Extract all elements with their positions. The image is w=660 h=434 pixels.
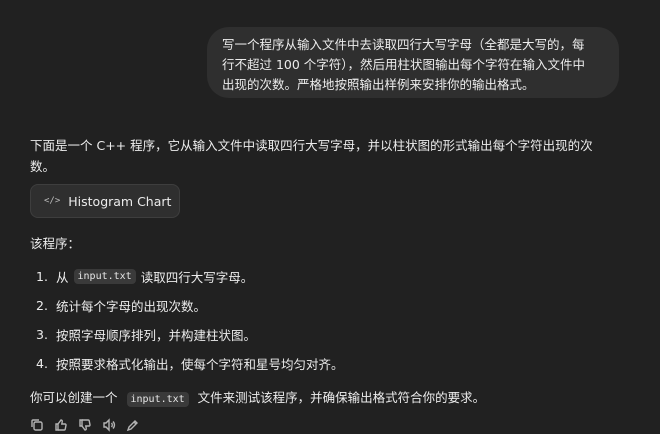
thumbs-down-icon[interactable] xyxy=(78,418,92,432)
program-label: 该程序： xyxy=(30,236,81,251)
intro-line: 下面是一个 C++ 程序，它从输入文件中读取四行大写字母，并以柱状图的形式输出每… xyxy=(30,138,593,153)
user-message: 写一个程序从输入文件中去读取四行大写字母（全都是大写的，每 行不超过 100 个… xyxy=(207,27,619,98)
step-number: 4. xyxy=(36,356,48,371)
steps-list: 1. 从 input.txt 读取四行大写字母。 2. 统计每个字母的出现次数。… xyxy=(30,262,620,378)
user-message-line: 出现的次数。严格地按照输出样例来安排你的输出格式。 xyxy=(222,77,535,92)
artifact-label: Histogram Chart xyxy=(68,193,172,209)
code-icon: </> xyxy=(44,196,61,206)
chat-page: 写一个程序从输入文件中去读取四行大写字母（全都是大写的，每 行不超过 100 个… xyxy=(0,0,660,434)
step-number: 2. xyxy=(36,298,48,313)
inline-code: input.txt xyxy=(126,392,189,407)
artifact-button[interactable]: </> Histogram Chart xyxy=(30,184,180,218)
list-item: 2. 统计每个字母的出现次数。 xyxy=(30,291,620,320)
step-text: 从 xyxy=(56,270,69,285)
inline-code: input.txt xyxy=(73,269,136,284)
step-number: 1. xyxy=(36,269,48,284)
step-number: 3. xyxy=(36,327,48,342)
copy-icon[interactable] xyxy=(30,418,44,432)
user-message-line: 写一个程序从输入文件中去读取四行大写字母（全都是大写的，每 xyxy=(222,37,585,52)
step-text: 读取四行大写字母。 xyxy=(140,270,254,285)
outro-text: 文件来测试该程序，并确保输出格式符合你的要求。 xyxy=(197,390,486,405)
assistant-intro: 下面是一个 C++ 程序，它从输入文件中读取四行大写字母，并以柱状图的形式输出每… xyxy=(30,135,620,177)
intro-line: 数。 xyxy=(30,159,56,174)
user-message-line: 行不超过 100 个字符），然后用柱状图输出每个字符在输入文件中 xyxy=(222,57,586,72)
thumbs-up-icon[interactable] xyxy=(54,418,68,432)
outro-text: 你可以创建一个 xyxy=(30,390,118,405)
assistant-outro: 你可以创建一个 input.txt 文件来测试该程序，并确保输出格式符合你的要求… xyxy=(30,388,620,410)
step-text: 统计每个字母的出现次数。 xyxy=(56,299,207,314)
list-item: 1. 从 input.txt 读取四行大写字母。 xyxy=(30,262,620,291)
step-text: 按照要求格式化输出，使每个字符和星号均匀对齐。 xyxy=(56,357,344,372)
step-text: 按照字母顺序排列，并构建柱状图。 xyxy=(56,328,257,343)
speaker-icon[interactable] xyxy=(102,418,116,432)
assistant-message: 下面是一个 C++ 程序，它从输入文件中读取四行大写字母，并以柱状图的形式输出每… xyxy=(30,135,620,410)
list-item: 4. 按照要求格式化输出，使每个字符和星号均匀对齐。 xyxy=(30,349,620,378)
edit-icon[interactable] xyxy=(126,418,140,432)
message-actions xyxy=(30,418,140,432)
list-item: 3. 按照字母顺序排列，并构建柱状图。 xyxy=(30,320,620,349)
